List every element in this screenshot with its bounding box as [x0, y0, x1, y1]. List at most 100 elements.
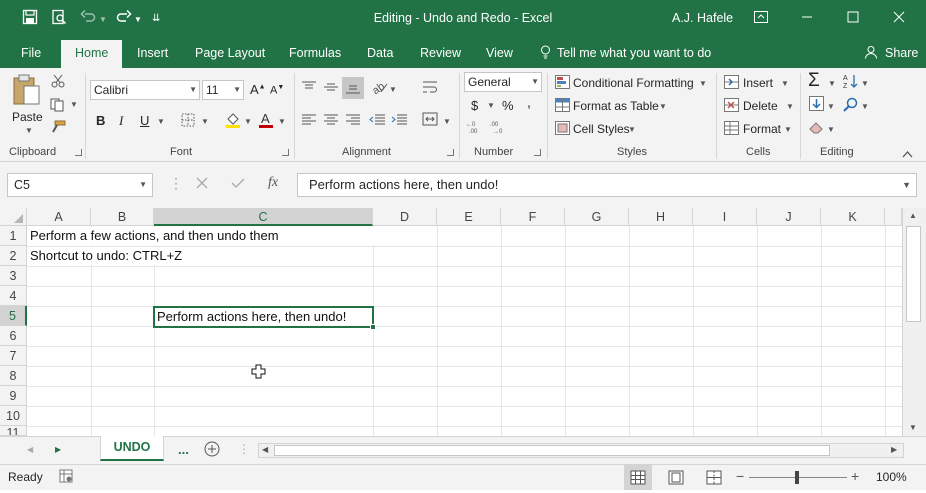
- find-select-dropdown-icon[interactable]: ▼: [861, 102, 869, 111]
- bottom-align-icon[interactable]: [342, 77, 364, 99]
- ribbon-display-options-icon[interactable]: [738, 6, 784, 32]
- row-header-7[interactable]: 7: [0, 346, 27, 366]
- sort-filter-icon[interactable]: AZ: [843, 73, 859, 92]
- cancel-entry-icon[interactable]: [196, 177, 208, 192]
- font-color-icon[interactable]: A: [258, 111, 274, 131]
- cell-a1[interactable]: Perform a few actions, and then undo the…: [30, 226, 279, 246]
- column-header-h[interactable]: H: [629, 208, 693, 226]
- delete-cells-dropdown-icon[interactable]: ▼: [786, 102, 794, 111]
- conditional-formatting-icon[interactable]: [555, 75, 570, 92]
- row-header-9[interactable]: 9: [0, 386, 27, 406]
- conditional-formatting-button[interactable]: Conditional Formatting: [573, 76, 694, 90]
- row-header-11[interactable]: 11: [0, 426, 27, 436]
- align-center-icon[interactable]: [324, 114, 338, 129]
- format-as-table-button[interactable]: Format as Table: [573, 99, 659, 113]
- column-header-k[interactable]: K: [821, 208, 885, 226]
- column-header-b[interactable]: B: [91, 208, 154, 226]
- active-cell-c5[interactable]: Perform actions here, then undo!: [153, 306, 376, 330]
- conditional-formatting-dropdown-icon[interactable]: ▼: [699, 79, 707, 88]
- share-user-icon[interactable]: [864, 38, 878, 68]
- clear-icon[interactable]: [808, 120, 824, 137]
- number-launcher-icon[interactable]: [534, 149, 541, 156]
- paste-icon[interactable]: [12, 74, 42, 109]
- zoom-level[interactable]: 100%: [876, 470, 907, 484]
- horizontal-scroll-thumb[interactable]: [274, 445, 830, 456]
- vertical-scrollbar[interactable]: ▲ ▼: [902, 208, 926, 436]
- column-header-j[interactable]: J: [757, 208, 821, 226]
- clipboard-launcher-icon[interactable]: [75, 149, 82, 156]
- more-sheets-button[interactable]: ...: [178, 442, 189, 457]
- paste-dropdown-icon[interactable]: ▼: [25, 126, 33, 135]
- row-header-2[interactable]: 2: [0, 246, 27, 266]
- percent-style-button[interactable]: %: [502, 98, 514, 113]
- tab-view[interactable]: View: [486, 38, 513, 68]
- horizontal-scrollbar[interactable]: ◀ ▶: [258, 443, 904, 458]
- column-header-e[interactable]: E: [437, 208, 501, 226]
- zoom-in-icon[interactable]: +: [851, 468, 859, 484]
- delete-cells-icon[interactable]: [724, 98, 739, 115]
- collapse-ribbon-icon[interactable]: [902, 147, 913, 161]
- scroll-up-icon[interactable]: ▲: [909, 211, 917, 220]
- scroll-right-icon[interactable]: ▶: [891, 445, 897, 454]
- macro-record-icon[interactable]: [59, 469, 73, 486]
- cut-icon[interactable]: [51, 74, 65, 91]
- fill-color-dropdown-icon[interactable]: ▼: [244, 117, 252, 126]
- user-name[interactable]: A.J. Hafele: [672, 11, 733, 25]
- page-layout-view-icon[interactable]: [668, 470, 684, 488]
- maximize-icon[interactable]: [830, 6, 876, 32]
- tab-home[interactable]: Home: [61, 40, 123, 68]
- format-as-table-dropdown-icon[interactable]: ▼: [659, 102, 667, 111]
- autosum-icon[interactable]: Σ: [808, 70, 820, 92]
- comma-style-button[interactable]: ,: [527, 94, 531, 110]
- font-name-combo[interactable]: Calibri ▼: [90, 80, 200, 100]
- align-right-icon[interactable]: [346, 114, 360, 129]
- fill-dropdown-icon[interactable]: ▼: [827, 102, 835, 111]
- close-icon[interactable]: [876, 6, 922, 32]
- increase-font-size-icon[interactable]: A▲: [250, 82, 266, 97]
- row-header-3[interactable]: 3: [0, 266, 27, 286]
- column-header-l[interactable]: [885, 208, 902, 226]
- tab-file[interactable]: File: [21, 38, 41, 68]
- scroll-left-icon[interactable]: ◀: [262, 445, 268, 454]
- tab-split-grip-icon[interactable]: ⋮: [238, 443, 250, 455]
- decrease-indent-icon[interactable]: [369, 114, 385, 129]
- next-sheet-icon[interactable]: ▶: [55, 445, 61, 454]
- confirm-entry-icon[interactable]: [231, 177, 245, 192]
- accounting-dropdown-icon[interactable]: ▼: [487, 101, 495, 110]
- merge-center-icon[interactable]: [422, 112, 438, 129]
- expand-formula-bar-icon[interactable]: ▼: [902, 174, 911, 196]
- orientation-dropdown-icon[interactable]: ▼: [389, 85, 397, 94]
- delete-cells-button[interactable]: Delete: [743, 99, 778, 113]
- share-button[interactable]: Share: [885, 38, 918, 68]
- alignment-launcher-icon[interactable]: [447, 149, 454, 156]
- fill-handle[interactable]: [370, 324, 376, 330]
- column-header-g[interactable]: G: [565, 208, 629, 226]
- decrease-font-size-icon[interactable]: A▼: [270, 84, 284, 97]
- copy-dropdown-icon[interactable]: ▼: [70, 100, 78, 109]
- row-header-4[interactable]: 4: [0, 286, 27, 306]
- autosum-dropdown-icon[interactable]: ▼: [828, 79, 836, 88]
- fill-icon[interactable]: [809, 96, 824, 114]
- tab-review[interactable]: Review: [420, 38, 461, 68]
- zoom-slider-thumb[interactable]: [795, 471, 799, 484]
- prev-sheet-icon[interactable]: ◀: [27, 445, 33, 454]
- scroll-down-icon[interactable]: ▼: [909, 423, 917, 432]
- format-as-table-icon[interactable]: [555, 98, 570, 115]
- column-header-c[interactable]: C: [154, 208, 373, 226]
- cell-styles-dropdown-icon[interactable]: ▼: [628, 125, 636, 134]
- name-box[interactable]: C5 ▼: [7, 173, 153, 197]
- vertical-scroll-thumb[interactable]: [906, 226, 921, 322]
- increase-indent-icon[interactable]: [391, 114, 407, 129]
- wrap-text-icon[interactable]: [422, 80, 438, 97]
- normal-view-button[interactable]: [624, 465, 652, 490]
- font-launcher-icon[interactable]: [282, 149, 289, 156]
- tab-page-layout[interactable]: Page Layout: [195, 38, 265, 68]
- decrease-decimal-icon[interactable]: .00 →0: [490, 120, 506, 137]
- column-header-f[interactable]: F: [501, 208, 565, 226]
- underline-button[interactable]: U: [140, 113, 149, 128]
- italic-button[interactable]: I: [119, 113, 123, 129]
- column-header-i[interactable]: I: [693, 208, 757, 226]
- insert-function-button[interactable]: fx: [268, 175, 278, 191]
- format-cells-dropdown-icon[interactable]: ▼: [784, 125, 792, 134]
- number-format-combo[interactable]: General ▼: [464, 72, 542, 92]
